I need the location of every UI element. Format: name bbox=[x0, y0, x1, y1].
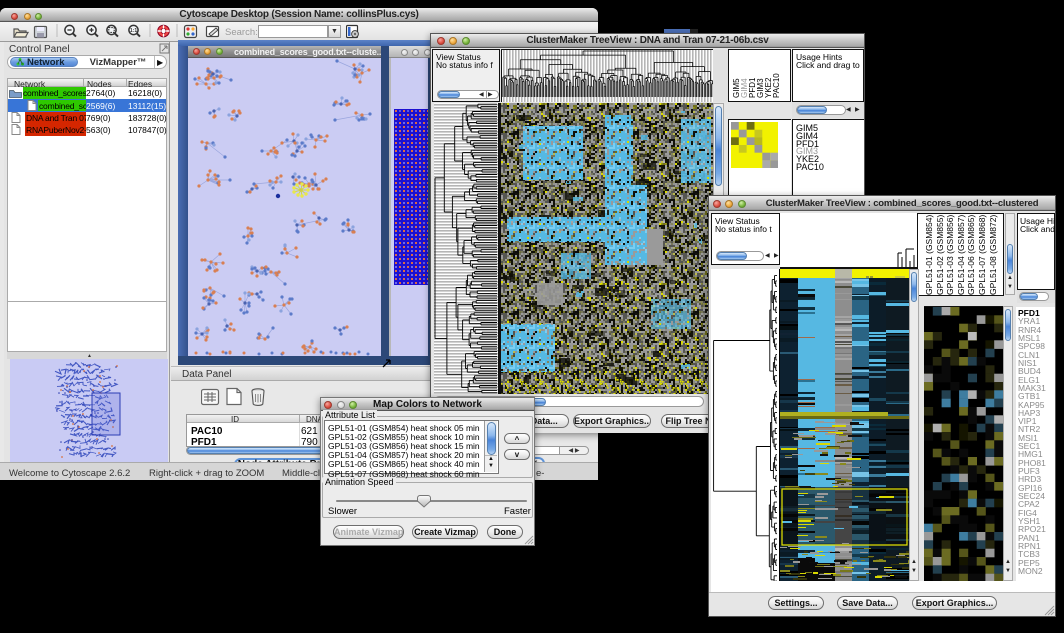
svg-text:1:1: 1:1 bbox=[130, 28, 137, 34]
